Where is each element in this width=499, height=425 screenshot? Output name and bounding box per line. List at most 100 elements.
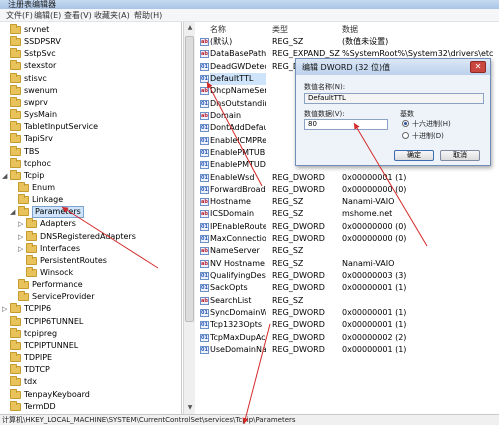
value-row[interactable]: 01TcpMaxDupAc... REG_DWORD 0x00000002 (2) [196, 332, 499, 344]
folder-icon [10, 24, 21, 34]
value-data: 0x00000001 (1) [342, 308, 407, 318]
value-row[interactable]: ab Hostname REG_SZ Nanami-VAIO [196, 196, 499, 208]
value-name: DontAddDefau... [210, 123, 266, 133]
tree-item-label: SysMain [24, 110, 58, 120]
tree-item-label: Winsock [40, 268, 74, 277]
binary-value-icon: 01 [200, 333, 209, 342]
value-name: NameServer [210, 246, 260, 256]
cancel-button[interactable]: 取消 [440, 150, 480, 161]
tree-item-label: Enum [32, 182, 55, 192]
value-data: mshome.net [342, 209, 393, 219]
value-row[interactable]: 01 IPEnableRouter REG_DWORD 0x00000000 (0) [196, 221, 499, 233]
value-row[interactable]: ab ICSDomain REG_SZ mshome.net [196, 208, 499, 220]
value-name: EnableICMPRe... [210, 135, 266, 145]
value-type: REG_DWORD [272, 283, 325, 293]
dec-radio-label: 十进制(D) [412, 132, 444, 140]
menu-view[interactable]: 查看(V) [64, 10, 92, 21]
tree-item-label: TermDD [24, 401, 56, 411]
menu-edit[interactable]: 编辑(E) [34, 10, 61, 21]
menu-bar: 文件(F) 编辑(E) 查看(V) 收藏夹(A) 帮助(H) [0, 9, 499, 22]
value-row[interactable]: 01 Tcp1323Opts REG_DWORD 0x00000001 (1) [196, 319, 499, 331]
tree-item-label: TDTCP [24, 365, 50, 375]
expand-arrow-icon[interactable]: ▷ [18, 243, 26, 255]
scroll-up-icon[interactable]: ▲ [185, 23, 195, 33]
value-type: REG_SZ [272, 295, 304, 305]
value-row[interactable]: 01 EnableWsd REG_DWORD 0x00000001 (1) [196, 172, 499, 184]
folder-icon [10, 327, 21, 338]
column-header-type[interactable]: 类型 [272, 24, 288, 35]
value-row[interactable]: ab NV Hostname REG_SZ Nanami-VAIO [196, 258, 499, 270]
string-value-icon: ab [200, 38, 209, 46]
window-title: 注册表编辑器 [8, 0, 56, 9]
expand-arrow-icon[interactable]: ▷ [18, 218, 26, 230]
value-name: SearchList [210, 295, 252, 305]
value-name-label: 数值名称(N): [304, 83, 346, 91]
value-row[interactable]: ab NameServer REG_SZ [196, 245, 499, 257]
value-data: 0x00000001 (1) [342, 283, 407, 293]
folder-icon [26, 242, 37, 253]
expand-arrow-icon[interactable]: ▷ [2, 303, 10, 315]
value-name: Hostname [210, 197, 251, 207]
value-name: EnablePMTUDi... [210, 160, 266, 170]
value-name: SyncDomainWi... [210, 308, 266, 318]
value-name: UseDomainNa... [210, 345, 266, 354]
tree-item-label: TapiSrv [24, 134, 53, 144]
value-row[interactable]: ab (默认) REG_SZ (数值未设置) [196, 36, 499, 48]
tree-item-label: DNSRegisteredAdapters [40, 231, 136, 241]
value-data: 0x00000002 (2) [342, 332, 407, 342]
column-header-data[interactable]: 数据 [342, 24, 358, 35]
menu-file[interactable]: 文件(F) [6, 10, 33, 21]
hex-radio[interactable] [402, 120, 409, 127]
collapse-arrow-icon[interactable]: ◢ [10, 206, 18, 218]
folder-icon [26, 254, 37, 265]
value-name: SackOpts [210, 283, 248, 293]
scroll-down-icon[interactable]: ▼ [185, 403, 195, 413]
value-type: REG_DWORD [272, 184, 325, 194]
value-type: REG_SZ [272, 258, 304, 268]
tree-item-label: swenum [24, 85, 58, 95]
string-value-icon: ab [200, 296, 209, 305]
tree-item-label: ServiceProvider [32, 292, 95, 302]
value-row[interactable]: 01QualifyingDesti... REG_DWORD 0x00000003 … [196, 270, 499, 282]
value-row[interactable]: ab SearchList REG_SZ [196, 295, 499, 307]
folder-icon [10, 36, 21, 47]
value-type: REG_DWORD [272, 172, 325, 182]
folder-icon [26, 267, 37, 277]
value-type: REG_SZ [272, 197, 304, 207]
value-name: ForwardBroad... [210, 184, 266, 194]
value-data: 0x00000003 (3) [342, 271, 407, 281]
value-row[interactable]: 01MaxConnectio... REG_DWORD 0x00000000 (0) [196, 233, 499, 245]
value-type: REG_DWORD [272, 271, 325, 281]
value-row[interactable]: 01ForwardBroad... REG_DWORD 0x00000000 (0) [196, 184, 499, 196]
scroll-thumb[interactable] [185, 36, 194, 322]
tree-item-label: TabletInputService [24, 122, 99, 132]
column-header-name[interactable]: 名称 [210, 24, 226, 35]
tree-item-label: stisvc [24, 73, 47, 83]
value-name: EnablePMTUBI... [210, 147, 266, 157]
value-data-label: 数值数据(V): [304, 110, 345, 118]
tree-scrollbar[interactable]: ▲ ▼ [183, 22, 195, 414]
tree-item-label: TenpayKeyboard [24, 389, 90, 399]
folder-icon [10, 339, 21, 350]
value-type: REG_DWORD [272, 320, 325, 330]
value-row[interactable]: 01 SackOpts REG_DWORD 0x00000001 (1) [196, 282, 499, 294]
binary-value-icon: 01 [200, 99, 209, 108]
value-data: (数值未设置) [342, 37, 389, 46]
value-data-input[interactable]: 80 [304, 119, 388, 130]
close-icon[interactable]: ✕ [470, 61, 486, 73]
tree-item-label: TBS [24, 146, 40, 156]
menu-favorites[interactable]: 收藏夹(A) [94, 10, 130, 21]
menu-help[interactable]: 帮助(H) [134, 10, 162, 21]
dec-radio[interactable] [402, 132, 409, 139]
value-row[interactable]: 01UseDomainNa... REG_DWORD 0x00000001 (1) [196, 344, 499, 356]
binary-value-icon: 01 [200, 309, 209, 318]
collapse-arrow-icon[interactable]: ◢ [2, 170, 10, 182]
binary-value-icon: 01 [200, 222, 209, 231]
folder-icon [10, 400, 21, 411]
binary-value-icon: 01 [200, 136, 209, 145]
value-row[interactable]: 01SyncDomainWi... REG_DWORD 0x00000001 (1) [196, 307, 499, 319]
ok-button[interactable]: 确定 [394, 150, 434, 161]
dialog-title: 编辑 DWORD (32 位)值 [302, 63, 391, 72]
value-type: REG_DWORD [272, 221, 325, 231]
expand-arrow-icon[interactable]: ▷ [18, 231, 26, 243]
